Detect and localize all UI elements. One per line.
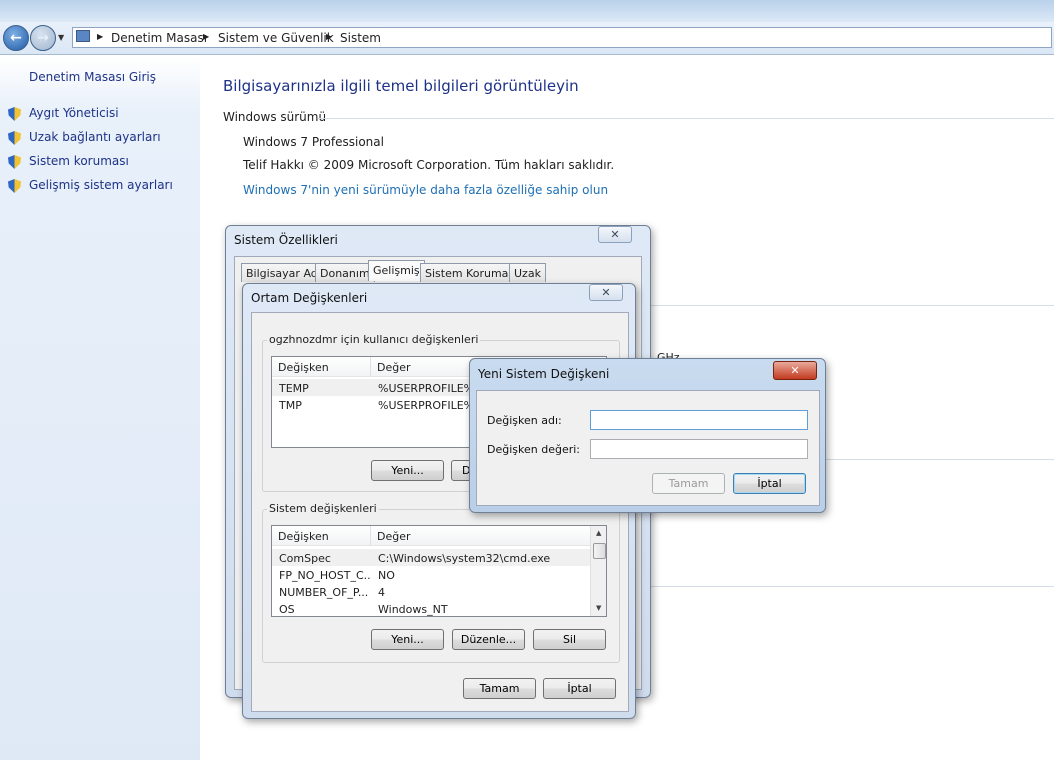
copyright-text: Telif Hakkı © 2009 Microsoft Corporation… xyxy=(243,158,615,172)
tab-hardware[interactable]: Donanım xyxy=(315,263,375,282)
windows-edition-heading: Windows sürümü xyxy=(223,110,327,124)
variable-name-input[interactable] xyxy=(590,410,808,430)
section-divider xyxy=(650,586,1054,587)
ok-button[interactable]: Tamam xyxy=(463,678,536,699)
system-protection-link[interactable]: Sistem koruması xyxy=(29,154,129,168)
close-icon: ✕ xyxy=(601,286,611,299)
system-var-value[interactable]: NO xyxy=(378,569,395,582)
dialog-title: Ortam Değişkenleri xyxy=(251,291,368,305)
advanced-system-settings-link[interactable]: Gelişmiş sistem ayarları xyxy=(29,178,173,192)
column-header-value[interactable]: Değer xyxy=(371,526,591,546)
scroll-up-icon[interactable]: ▲ xyxy=(596,529,601,537)
section-divider xyxy=(826,459,1054,460)
uac-shield-icon xyxy=(8,131,21,145)
breadcrumb-arrow-icon[interactable]: ▶ xyxy=(203,32,209,41)
back-button[interactable]: ← xyxy=(3,25,29,51)
system-delete-button[interactable]: Sil xyxy=(533,629,606,650)
tab-computer-name[interactable]: Bilgisayar Adı xyxy=(241,263,326,282)
column-header-variable[interactable]: Değişken xyxy=(272,357,371,377)
system-var-name[interactable]: OS xyxy=(279,603,371,616)
system-var-name[interactable]: FP_NO_HOST_C... xyxy=(279,569,371,582)
variable-value-label: Değişken değeri: xyxy=(487,443,581,456)
system-new-button[interactable]: Yeni... xyxy=(371,629,444,650)
user-var-name[interactable]: TMP xyxy=(279,399,302,412)
windows-edition-text: Windows 7 Professional xyxy=(243,135,384,149)
system-var-value[interactable]: Windows_NT xyxy=(378,603,448,616)
tab-advanced[interactable]: Gelişmiş xyxy=(368,260,425,281)
vertical-scrollbar[interactable]: ▲ ▼ xyxy=(590,526,606,616)
user-var-name[interactable]: TEMP xyxy=(279,382,309,395)
window-titlebar xyxy=(0,0,1054,22)
uac-shield-icon xyxy=(8,179,21,193)
scroll-down-icon[interactable]: ▼ xyxy=(596,604,601,612)
control-panel-home-link[interactable]: Denetim Masası Giriş xyxy=(29,70,156,84)
breadcrumb-arrow-icon[interactable]: ▶ xyxy=(326,32,332,41)
task-pane: Denetim Masası Giriş Aygıt Yöneticisi Uz… xyxy=(0,56,200,760)
system-variables-label: Sistem değişkenleri xyxy=(267,502,379,515)
uac-shield-icon xyxy=(8,155,21,169)
section-divider xyxy=(318,118,1054,119)
page-title: Bilgisayarınızla ilgili temel bilgileri … xyxy=(223,77,579,95)
system-var-value[interactable]: 4 xyxy=(378,586,385,599)
arrow-left-icon: ← xyxy=(10,30,22,46)
dialog-title: Sistem Özellikleri xyxy=(234,233,338,247)
ok-button[interactable]: Tamam xyxy=(652,473,725,494)
remote-settings-link[interactable]: Uzak bağlantı ayarları xyxy=(29,130,161,144)
close-button[interactable]: ✕ xyxy=(773,361,817,380)
control-panel-icon xyxy=(76,30,90,42)
system-variables-list[interactable]: Değişken Değer ComSpec C:\Windows\system… xyxy=(271,525,607,617)
tab-system-protection[interactable]: Sistem Koruması xyxy=(420,263,523,282)
system-var-name[interactable]: NUMBER_OF_P... xyxy=(279,586,371,599)
system-edit-button[interactable]: Düzenle... xyxy=(452,629,525,650)
user-var-value[interactable]: %USERPROFILE% xyxy=(378,382,474,395)
uac-shield-icon xyxy=(8,107,21,121)
close-button[interactable]: ✕ xyxy=(598,226,632,243)
variable-name-label: Değişken adı: xyxy=(487,414,562,427)
address-bar[interactable]: ▶ Denetim Masası ▶ Sistem ve Güvenlik ▶ … xyxy=(72,27,1052,48)
close-button[interactable]: ✕ xyxy=(589,284,623,301)
user-var-value[interactable]: %USERPROFILE% xyxy=(378,399,474,412)
recent-pages-dropdown-icon[interactable]: ▼ xyxy=(58,33,64,42)
close-icon: ✕ xyxy=(790,364,800,377)
device-manager-link[interactable]: Aygıt Yöneticisi xyxy=(29,106,119,120)
forward-button[interactable]: → xyxy=(30,25,56,51)
tab-remote[interactable]: Uzak xyxy=(509,263,546,282)
breadcrumb-control-panel[interactable]: Denetim Masası xyxy=(111,31,207,45)
section-divider xyxy=(650,305,1054,306)
cancel-button[interactable]: İptal xyxy=(543,678,616,699)
user-variables-label: ogzhnozdmr için kullanıcı değişkenleri xyxy=(267,333,481,346)
upgrade-link[interactable]: Windows 7'nin yeni sürümüyle daha fazla … xyxy=(243,183,608,197)
user-new-button[interactable]: Yeni... xyxy=(371,460,444,481)
variable-value-input[interactable] xyxy=(590,439,808,459)
close-icon: ✕ xyxy=(610,228,620,241)
breadcrumb-system-security[interactable]: Sistem ve Güvenlik xyxy=(218,31,334,45)
breadcrumb-system[interactable]: Sistem xyxy=(340,31,381,45)
cancel-button[interactable]: İptal xyxy=(733,473,806,494)
column-header-variable[interactable]: Değişken xyxy=(272,526,371,546)
scrollbar-thumb[interactable] xyxy=(593,543,606,559)
system-var-value[interactable]: C:\Windows\system32\cmd.exe xyxy=(378,552,550,565)
system-var-name[interactable]: ComSpec xyxy=(279,552,371,565)
arrow-right-icon: → xyxy=(37,30,49,46)
breadcrumb-arrow-icon[interactable]: ▶ xyxy=(97,32,103,41)
dialog-title: Yeni Sistem Değişkeni xyxy=(478,367,610,381)
